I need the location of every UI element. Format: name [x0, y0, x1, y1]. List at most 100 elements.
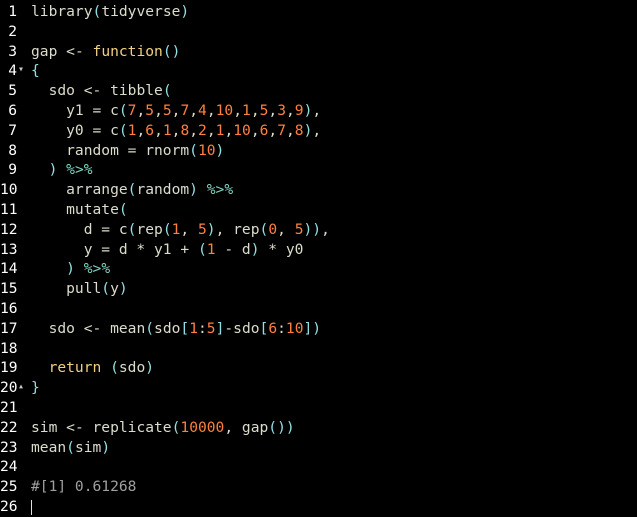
- code-token: d = c: [31, 220, 128, 238]
- code-line[interactable]: 7 y0 = c(1,6,1,8,2,1,10,6,7,8),: [0, 121, 637, 141]
- code-text[interactable]: return (sdo): [31, 358, 154, 378]
- code-text[interactable]: pull(y): [31, 279, 128, 299]
- code-token: }: [31, 379, 40, 397]
- code-text[interactable]: }: [31, 378, 40, 398]
- code-line[interactable]: 8 random = rnorm(10): [0, 141, 637, 161]
- line-number: 25: [0, 478, 18, 496]
- code-line[interactable]: 12 d = c(rep(1, 5), rep(0, 5)),: [0, 220, 637, 240]
- code-text[interactable]: y0 = c(1,6,1,8,2,1,10,6,7,8),: [31, 121, 321, 141]
- code-text[interactable]: arrange(random) %>%: [31, 180, 233, 200]
- code-token: 4: [198, 102, 207, 119]
- code-token: (: [145, 319, 155, 337]
- code-token: ,: [224, 121, 234, 139]
- code-token: 10: [233, 121, 251, 139]
- code-line[interactable]: 9 ) %>%: [0, 160, 637, 180]
- code-line[interactable]: 11 mutate(: [0, 200, 637, 220]
- line-number: 15: [0, 280, 18, 298]
- code-token: , rep: [215, 220, 260, 238]
- code-line[interactable]: 5 sdo <- tibble(: [0, 81, 637, 101]
- code-token: ,: [286, 121, 295, 139]
- code-text[interactable]: d = c(rep(1, 5), rep(0, 5)),: [31, 220, 330, 240]
- code-token: replicate: [83, 418, 172, 436]
- fold-end-icon[interactable]: ▴: [18, 377, 28, 397]
- code-text[interactable]: y1 = c(7,5,5,7,4,10,1,5,3,9),: [31, 101, 321, 121]
- code-line[interactable]: 4 ▾{: [0, 61, 637, 81]
- code-token: (: [162, 220, 172, 238]
- code-token: - d: [215, 240, 251, 258]
- code-text[interactable]: sdo <- tibble(: [31, 81, 172, 101]
- code-line[interactable]: 6 y1 = c(7,5,5,7,4,10,1,5,3,9),: [0, 101, 637, 121]
- code-token: 0: [268, 220, 278, 238]
- code-line[interactable]: 10 arrange(random) %>%: [0, 180, 637, 200]
- code-token: ,: [250, 121, 260, 139]
- code-token: <-: [83, 319, 102, 337]
- code-token: 8: [180, 121, 190, 139]
- code-line[interactable]: 23 mean(sim): [0, 438, 637, 458]
- code-token: arrange: [31, 181, 128, 199]
- line-number: 24: [0, 458, 18, 476]
- code-line[interactable]: 1 library(tidyverse): [0, 2, 637, 22]
- code-line[interactable]: 22 sim <- replicate(10000, gap()): [0, 418, 637, 438]
- code-line[interactable]: 13 y = d * y1 + (1 - d) * y0: [0, 240, 637, 260]
- code-token: mean: [31, 438, 67, 456]
- code-editor[interactable]: 1 library(tidyverse) 2 3 gap <- function() 4 ▾…: [0, 0, 637, 517]
- code-line[interactable]: 16: [0, 299, 637, 319]
- line-number: 22: [0, 418, 18, 436]
- code-line[interactable]: 19 return (sdo): [0, 358, 637, 378]
- code-text[interactable]: ) %>%: [31, 160, 93, 180]
- code-line[interactable]: 21: [0, 398, 637, 418]
- code-text[interactable]: library(tidyverse): [31, 2, 189, 22]
- line-number: 13: [0, 240, 18, 258]
- code-token: ): [215, 141, 225, 159]
- code-line[interactable]: 24: [0, 457, 637, 477]
- code-token: ,: [206, 102, 216, 119]
- code-text[interactable]: mutate(: [31, 200, 128, 220]
- code-token: ,: [136, 121, 146, 139]
- code-text[interactable]: ) %>%: [31, 259, 110, 279]
- code-token: 7: [277, 121, 286, 139]
- code-text[interactable]: sim <- replicate(10000, gap()): [31, 418, 295, 438]
- code-token: ,: [286, 102, 295, 119]
- code-line[interactable]: 20 ▴}: [0, 378, 637, 398]
- line-number: 19: [0, 359, 18, 377]
- code-line[interactable]: 3 gap <- function(): [0, 42, 637, 62]
- code-text[interactable]: y = d * y1 + (1 - d) * y0: [31, 240, 304, 260]
- code-line[interactable]: 2: [0, 22, 637, 42]
- line-number: 12: [0, 220, 18, 238]
- code-token: 6: [145, 121, 155, 139]
- line-number: 2: [8, 22, 17, 40]
- code-line[interactable]: 14 ) %>%: [0, 259, 637, 279]
- code-line[interactable]: 18: [0, 339, 637, 359]
- code-token: y = d * y1 +: [31, 240, 198, 258]
- line-number: 26: [0, 498, 18, 515]
- code-text[interactable]: #[1] 0.61268: [31, 477, 136, 497]
- code-token: 8: [294, 121, 304, 139]
- code-token: ,: [180, 220, 198, 238]
- code-line[interactable]: 25 #[1] 0.61268: [0, 477, 637, 497]
- fold-collapse-icon[interactable]: ▾: [18, 60, 28, 80]
- code-token: (: [118, 102, 128, 119]
- code-token: -sdo: [224, 319, 260, 337]
- code-text[interactable]: sdo <- mean(sdo[1:5]-sdo[6:10]): [31, 319, 322, 339]
- code-text[interactable]: mean(sim): [31, 438, 110, 458]
- code-token: 5: [145, 102, 155, 119]
- code-token: 1: [242, 102, 251, 119]
- line-number: 5: [8, 82, 17, 100]
- line-number: 21: [0, 399, 18, 416]
- code-token: ,: [268, 102, 278, 119]
- code-text[interactable]: {: [31, 61, 40, 81]
- code-token: (: [92, 3, 102, 20]
- code-text[interactable]: gap <- function(): [31, 42, 180, 62]
- code-line[interactable]: 26: [0, 497, 637, 517]
- code-token: 10: [215, 102, 234, 119]
- code-token: * y0: [259, 240, 304, 258]
- code-text[interactable]: random = rnorm(10): [31, 141, 224, 161]
- code-token: mean: [101, 319, 146, 337]
- code-line[interactable]: 15 pull(y): [0, 279, 637, 299]
- code-token: sim: [31, 418, 67, 436]
- code-token: ,: [250, 102, 260, 119]
- code-token: rep: [136, 220, 163, 238]
- code-line[interactable]: 17 sdo <- mean(sdo[1:5]-sdo[6:10]): [0, 319, 637, 339]
